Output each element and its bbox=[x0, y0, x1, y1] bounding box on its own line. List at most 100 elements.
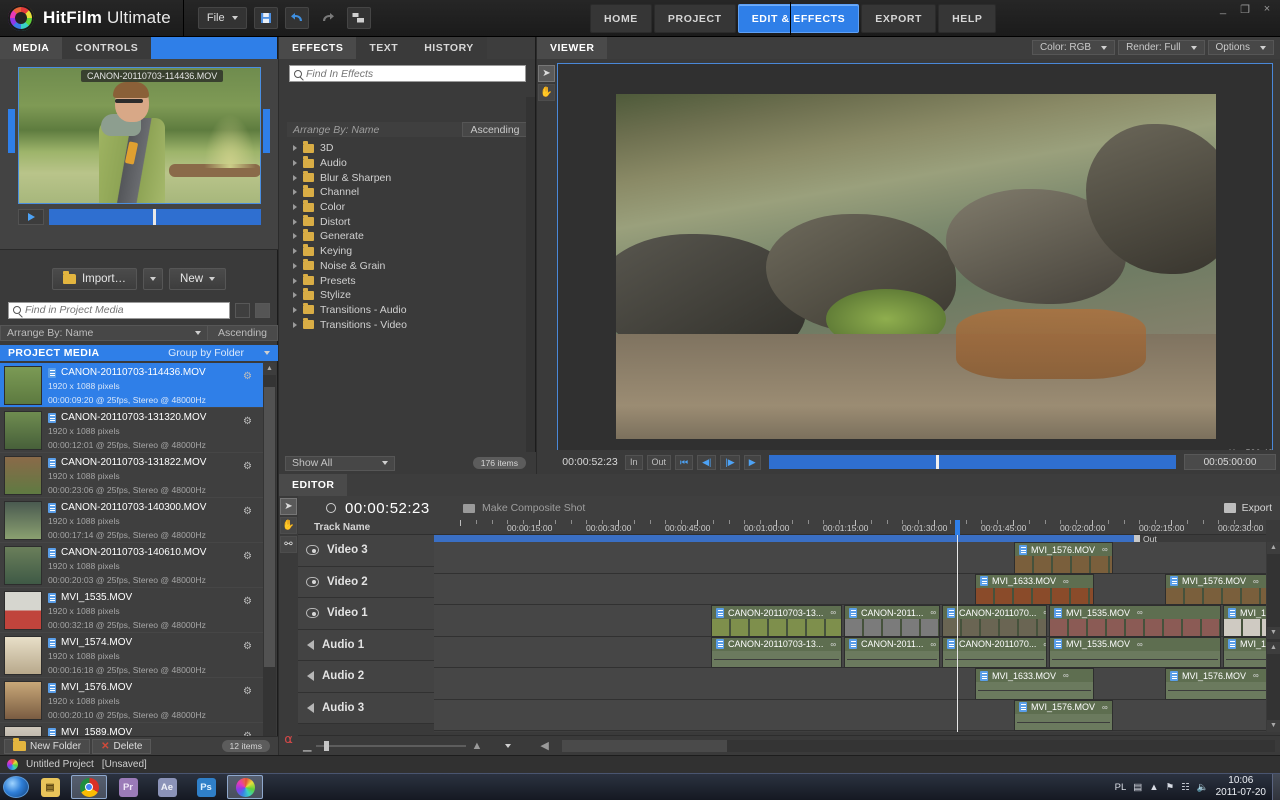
tab-media[interactable]: MEDIA bbox=[0, 37, 63, 59]
gear-icon[interactable]: ⚙ bbox=[243, 552, 252, 562]
mark-out-button[interactable]: Out bbox=[646, 454, 672, 470]
project-media-list[interactable]: CANON-20110703-114436.MOV 1920 x 1088 pix… bbox=[0, 363, 264, 773]
tab-controls[interactable]: CONTROLS bbox=[62, 37, 152, 59]
zoom-slider-knob[interactable] bbox=[324, 740, 330, 751]
effect-category-row[interactable]: Transitions - Video bbox=[279, 317, 536, 332]
group-by-dropdown[interactable]: Group by Folder bbox=[168, 347, 270, 359]
expand-arrow-icon[interactable] bbox=[293, 189, 297, 196]
expand-arrow-icon[interactable] bbox=[293, 277, 297, 284]
gear-icon[interactable]: ⚙ bbox=[243, 372, 252, 382]
timeline-clip[interactable]: CANON-2011... ∞ bbox=[844, 605, 940, 637]
timeline-clip[interactable]: CANON-20110703-13... ∞ bbox=[711, 636, 842, 668]
timeline-track-header[interactable]: Video 1 bbox=[298, 598, 434, 630]
media-search-input[interactable] bbox=[25, 304, 225, 316]
undo-button[interactable] bbox=[284, 7, 309, 29]
effect-category-row[interactable]: Generate bbox=[279, 229, 536, 244]
speaker-icon[interactable] bbox=[307, 639, 314, 650]
media-search-box[interactable] bbox=[8, 301, 230, 319]
expand-arrow-icon[interactable] bbox=[293, 204, 297, 211]
timeline-clip[interactable]: CANON-2011... ∞ bbox=[844, 636, 940, 668]
media-list-scrollbar[interactable]: ▲ ▼ bbox=[263, 363, 276, 773]
nav-export[interactable]: EXPORT bbox=[861, 4, 937, 33]
out-point-marker[interactable] bbox=[1134, 535, 1140, 542]
preview-scrubber[interactable] bbox=[49, 209, 261, 225]
timeline-time-display[interactable]: 00:00:52:23 bbox=[298, 500, 453, 517]
select-tool[interactable]: ➤ bbox=[538, 65, 555, 82]
timeline-zoom-slider[interactable] bbox=[316, 740, 467, 751]
eye-icon[interactable] bbox=[306, 608, 319, 619]
chevron-down-icon[interactable] bbox=[505, 743, 512, 748]
timeline-clip[interactable]: MVI_1589.MOV∞ bbox=[1223, 636, 1266, 668]
timeline-clip[interactable]: CANON-20110703-13... ∞ bbox=[711, 605, 842, 637]
expand-arrow-icon[interactable] bbox=[293, 174, 297, 181]
timeline-clip[interactable]: MVI_1576.MOV ∞ bbox=[1014, 542, 1113, 574]
speaker-icon[interactable] bbox=[307, 671, 314, 682]
taskbar-app-premiere[interactable]: Pr bbox=[110, 775, 146, 799]
speaker-icon[interactable] bbox=[307, 702, 314, 713]
tray-expand-icon[interactable]: ▲ bbox=[1149, 782, 1158, 793]
sort-order-button[interactable]: Ascending bbox=[208, 325, 278, 341]
tab-text[interactable]: TEXT bbox=[356, 37, 412, 59]
timeline-playhead[interactable] bbox=[955, 520, 960, 732]
eye-icon[interactable] bbox=[306, 545, 319, 556]
taskbar-app-photoshop[interactable]: Ps bbox=[188, 775, 224, 799]
preview-next-arrow[interactable] bbox=[263, 109, 270, 153]
gear-icon[interactable]: ⚙ bbox=[243, 462, 252, 472]
new-folder-button[interactable]: New Folder bbox=[4, 738, 91, 754]
taskbar-app-explorer[interactable]: ▤ bbox=[32, 775, 68, 799]
timeline-track-header[interactable]: Video 2 bbox=[298, 566, 434, 598]
network-icon[interactable]: ☷ bbox=[1181, 782, 1190, 793]
timeline-scroll-down[interactable]: ▼ bbox=[1267, 627, 1280, 639]
timeline-select-tool[interactable]: ➤ bbox=[280, 498, 297, 515]
expand-arrow-icon[interactable] bbox=[293, 248, 297, 255]
timeline-clip[interactable]: MVI_1633.MOV ∞ bbox=[975, 668, 1094, 700]
timeline-clip[interactable]: MVI_1633.MOV ∞ bbox=[975, 573, 1094, 605]
redo-button[interactable] bbox=[316, 7, 340, 29]
timeline-clip[interactable]: MVI_1576.MOV ∞ bbox=[1165, 573, 1266, 605]
timeline-clip[interactable]: MVI_1535.MOV ∞ bbox=[1049, 605, 1221, 637]
effects-sort-button[interactable]: Ascending bbox=[462, 122, 528, 137]
timeline-track-header[interactable]: Audio 2 bbox=[298, 661, 434, 693]
import-dropdown-button[interactable] bbox=[143, 268, 164, 290]
gear-icon[interactable]: ⚙ bbox=[243, 417, 252, 427]
taskbar-app-aftereffects[interactable]: Ae bbox=[149, 775, 185, 799]
expand-arrow-icon[interactable] bbox=[293, 218, 297, 225]
media-list-item[interactable]: MVI_1535.MOV 1920 x 1088 pixels 00:00:32:1… bbox=[0, 588, 264, 633]
gear-icon[interactable]: ⚙ bbox=[243, 642, 252, 652]
media-list-item[interactable]: CANON-20110703-131822.MOV 1920 x 1088 pix… bbox=[0, 453, 264, 498]
taskbar-clock[interactable]: 10:06 2011-07-20 bbox=[1216, 775, 1266, 799]
effects-scrollbar[interactable] bbox=[526, 97, 535, 477]
make-composite-shot-button[interactable]: Make Composite Shot bbox=[453, 502, 585, 514]
preview-play-button[interactable] bbox=[18, 209, 44, 225]
timeline-clip[interactable]: MVI_1576.MOV ∞ bbox=[1014, 699, 1113, 731]
expand-arrow-icon[interactable] bbox=[293, 145, 297, 152]
timeline-slip-tool[interactable]: ⚯ bbox=[280, 536, 297, 553]
show-all-dropdown[interactable]: Show All bbox=[285, 455, 395, 471]
mark-in-button[interactable]: In bbox=[625, 454, 643, 470]
media-list-item[interactable]: CANON-20110703-140300.MOV 1920 x 1088 pix… bbox=[0, 498, 264, 543]
effect-category-row[interactable]: 3D bbox=[279, 141, 536, 156]
nav-edit-effects[interactable]: EDIT & EFFECTS bbox=[737, 4, 860, 33]
preview-prev-arrow[interactable] bbox=[8, 109, 15, 153]
effect-category-row[interactable]: Transitions - Audio bbox=[279, 302, 536, 318]
viewer-canvas[interactable] bbox=[557, 63, 1273, 469]
timeline-lane[interactable] bbox=[434, 542, 1266, 574]
timeline-lane[interactable] bbox=[434, 668, 1266, 700]
maximize-button[interactable]: ❐ bbox=[1238, 3, 1252, 16]
gear-icon[interactable]: ⚙ bbox=[243, 597, 252, 607]
play-button[interactable]: ▶ bbox=[743, 454, 761, 470]
effects-search-input[interactable] bbox=[306, 67, 521, 80]
timeline-hscroll-thumb[interactable] bbox=[561, 739, 727, 752]
nav-home[interactable]: HOME bbox=[590, 4, 652, 33]
expand-arrow-icon[interactable] bbox=[293, 262, 297, 269]
preview-playhead[interactable] bbox=[152, 209, 156, 225]
timeline-scroll-up[interactable]: ▲ bbox=[1267, 542, 1280, 554]
effect-category-row[interactable]: Noise & Grain bbox=[279, 258, 536, 274]
media-scroll-thumb[interactable] bbox=[264, 387, 275, 667]
taskbar-app-chrome[interactable] bbox=[71, 775, 107, 799]
tab-editor[interactable]: EDITOR bbox=[279, 474, 348, 496]
tab-history[interactable]: HISTORY bbox=[411, 37, 487, 59]
timeline-scroll-up-2[interactable]: ▲ bbox=[1267, 642, 1280, 654]
timeline-export-button[interactable]: Export bbox=[1223, 502, 1272, 514]
media-list-item[interactable]: CANON-20110703-131320.MOV 1920 x 1088 pix… bbox=[0, 408, 264, 453]
